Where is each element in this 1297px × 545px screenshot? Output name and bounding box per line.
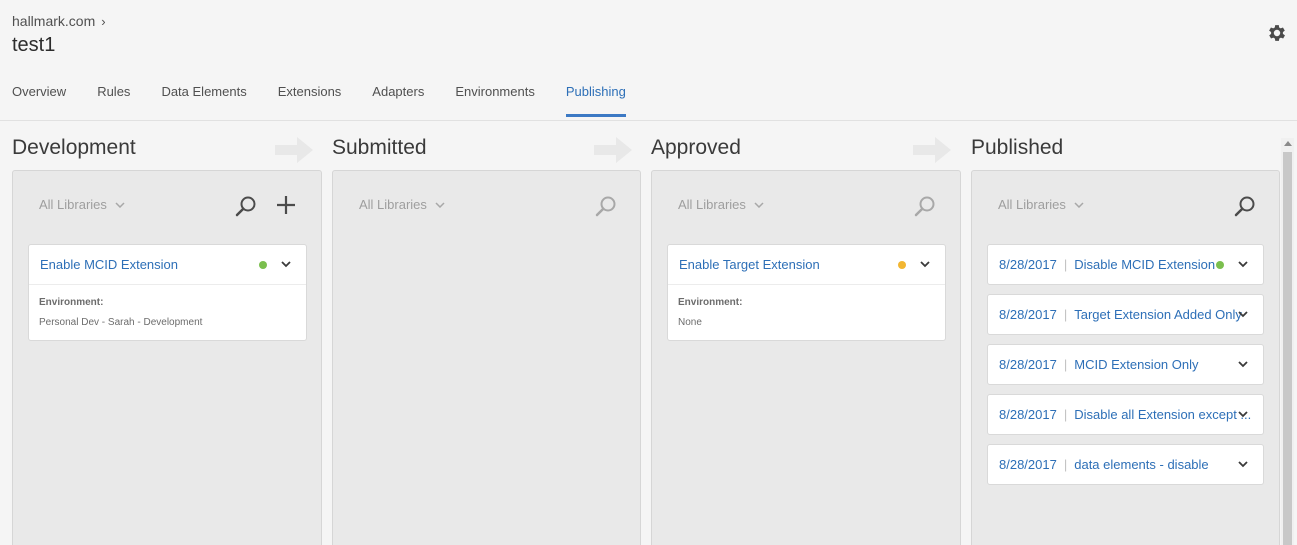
- library-name[interactable]: Disable MCID Extension: [1074, 257, 1215, 272]
- library-name[interactable]: data elements - disable: [1074, 457, 1208, 472]
- library-date: 8/28/2017: [999, 257, 1057, 272]
- column-title-published: Published: [971, 136, 1064, 159]
- separator: |: [1063, 357, 1068, 372]
- library-card-header[interactable]: Enable MCID Extension: [29, 245, 306, 284]
- library-name[interactable]: Target Extension Added Only: [1074, 307, 1242, 322]
- tab-rules[interactable]: Rules: [97, 78, 130, 118]
- gear-icon[interactable]: [1266, 22, 1288, 44]
- search-icon[interactable]: [595, 195, 617, 217]
- nav-tabs: Overview Rules Data Elements Extensions …: [12, 78, 657, 120]
- library-filter-label: All Libraries: [998, 197, 1066, 212]
- library-filter-dropdown[interactable]: All Libraries: [998, 197, 1084, 212]
- environment-label: Environment:: [678, 297, 743, 308]
- library-date: 8/28/2017: [999, 357, 1057, 372]
- tab-extensions[interactable]: Extensions: [278, 78, 342, 118]
- tab-adapters[interactable]: Adapters: [372, 78, 424, 118]
- library-date: 8/28/2017: [999, 407, 1057, 422]
- chevron-down-icon[interactable]: [919, 258, 931, 270]
- chevron-down-icon[interactable]: [1237, 458, 1249, 470]
- library-filter-dropdown[interactable]: All Libraries: [39, 197, 125, 212]
- column-title-submitted: Submitted: [332, 136, 427, 159]
- library-filter-dropdown[interactable]: All Libraries: [359, 197, 445, 212]
- library-name[interactable]: MCID Extension Only: [1074, 357, 1198, 372]
- separator: |: [1063, 407, 1068, 422]
- library-card-header[interactable]: 8/28/2017 | Disable MCID Extension: [988, 245, 1263, 284]
- plus-icon[interactable]: [275, 194, 297, 216]
- library-date: 8/28/2017: [999, 457, 1057, 472]
- arrow-right-icon: [275, 137, 313, 163]
- environment-label: Environment:: [39, 297, 104, 308]
- chevron-down-icon[interactable]: [1237, 358, 1249, 370]
- library-card[interactable]: 8/28/2017 | Disable all Extension except…: [987, 394, 1264, 435]
- library-card-header[interactable]: 8/28/2017 | Target Extension Added Only: [988, 295, 1263, 334]
- environment-value: Personal Dev - Sarah - Development: [39, 317, 203, 328]
- status-dot: [1216, 261, 1224, 269]
- column-title-development: Development: [12, 136, 136, 159]
- development-panel: All Libraries Enable MCID Extension Envi…: [12, 170, 322, 545]
- library-filter-dropdown[interactable]: All Libraries: [678, 197, 764, 212]
- status-dot: [259, 261, 267, 269]
- separator: |: [1063, 307, 1068, 322]
- chevron-right-icon: ›: [101, 13, 106, 29]
- chevron-down-icon[interactable]: [280, 258, 292, 270]
- library-date: 8/28/2017: [999, 307, 1057, 322]
- search-icon[interactable]: [1234, 195, 1256, 217]
- breadcrumb[interactable]: hallmark.com ›: [12, 13, 106, 29]
- library-name[interactable]: Enable Target Extension: [679, 257, 820, 272]
- library-card[interactable]: 8/28/2017 | Target Extension Added Only: [987, 294, 1264, 335]
- tab-environments[interactable]: Environments: [455, 78, 534, 118]
- library-filter-label: All Libraries: [359, 197, 427, 212]
- arrow-right-icon: [913, 137, 951, 163]
- environment-value: None: [678, 317, 702, 328]
- library-card[interactable]: 8/28/2017 | Disable MCID Extension: [987, 244, 1264, 285]
- library-card[interactable]: 8/28/2017 | data elements - disable: [987, 444, 1264, 485]
- library-card-header[interactable]: Enable Target Extension: [668, 245, 945, 284]
- library-card-header[interactable]: 8/28/2017 | MCID Extension Only: [988, 345, 1263, 384]
- separator: |: [1063, 257, 1068, 272]
- chevron-down-icon: [115, 201, 125, 208]
- search-icon[interactable]: [235, 195, 257, 217]
- chevron-down-icon[interactable]: [1237, 308, 1249, 320]
- library-name[interactable]: Disable all Extension except ...: [1074, 407, 1251, 422]
- library-card-body: Environment: None: [668, 284, 945, 340]
- library-card[interactable]: 8/28/2017 | MCID Extension Only: [987, 344, 1264, 385]
- chevron-down-icon: [435, 201, 445, 208]
- breadcrumb-property[interactable]: hallmark.com: [12, 13, 95, 29]
- scrollbar-thumb[interactable]: [1283, 152, 1292, 545]
- chevron-down-icon: [754, 201, 764, 208]
- library-filter-label: All Libraries: [39, 197, 107, 212]
- chevron-down-icon: [1074, 201, 1084, 208]
- library-filter-label: All Libraries: [678, 197, 746, 212]
- chevron-down-icon[interactable]: [1237, 258, 1249, 270]
- submitted-panel: All Libraries: [332, 170, 641, 545]
- library-card[interactable]: Enable MCID Extension Environment: Perso…: [28, 244, 307, 341]
- column-title-approved: Approved: [651, 136, 741, 159]
- published-panel: All Libraries 8/28/2017 | Disable MCID E…: [971, 170, 1280, 545]
- chevron-down-icon[interactable]: [1237, 408, 1249, 420]
- tab-data-elements[interactable]: Data Elements: [161, 78, 246, 118]
- search-icon[interactable]: [914, 195, 936, 217]
- tab-publishing[interactable]: Publishing: [565, 78, 626, 118]
- top-bar: hallmark.com › test1 Overview Rules Data…: [0, 0, 1297, 121]
- tab-overview[interactable]: Overview: [12, 78, 66, 118]
- library-card-body: Environment: Personal Dev - Sarah - Deve…: [29, 284, 306, 340]
- library-card-header[interactable]: 8/28/2017 | data elements - disable: [988, 445, 1263, 484]
- scroll-up-arrow-icon[interactable]: [1284, 141, 1292, 146]
- library-name[interactable]: Enable MCID Extension: [40, 257, 178, 272]
- arrow-right-icon: [594, 137, 632, 163]
- approved-panel: All Libraries Enable Target Extension En…: [651, 170, 961, 545]
- page-title: test1: [12, 34, 56, 56]
- separator: |: [1063, 457, 1068, 472]
- library-card-header[interactable]: 8/28/2017 | Disable all Extension except…: [988, 395, 1263, 434]
- status-dot: [898, 261, 906, 269]
- vertical-scrollbar[interactable]: [1281, 138, 1294, 545]
- library-card[interactable]: Enable Target Extension Environment: Non…: [667, 244, 946, 341]
